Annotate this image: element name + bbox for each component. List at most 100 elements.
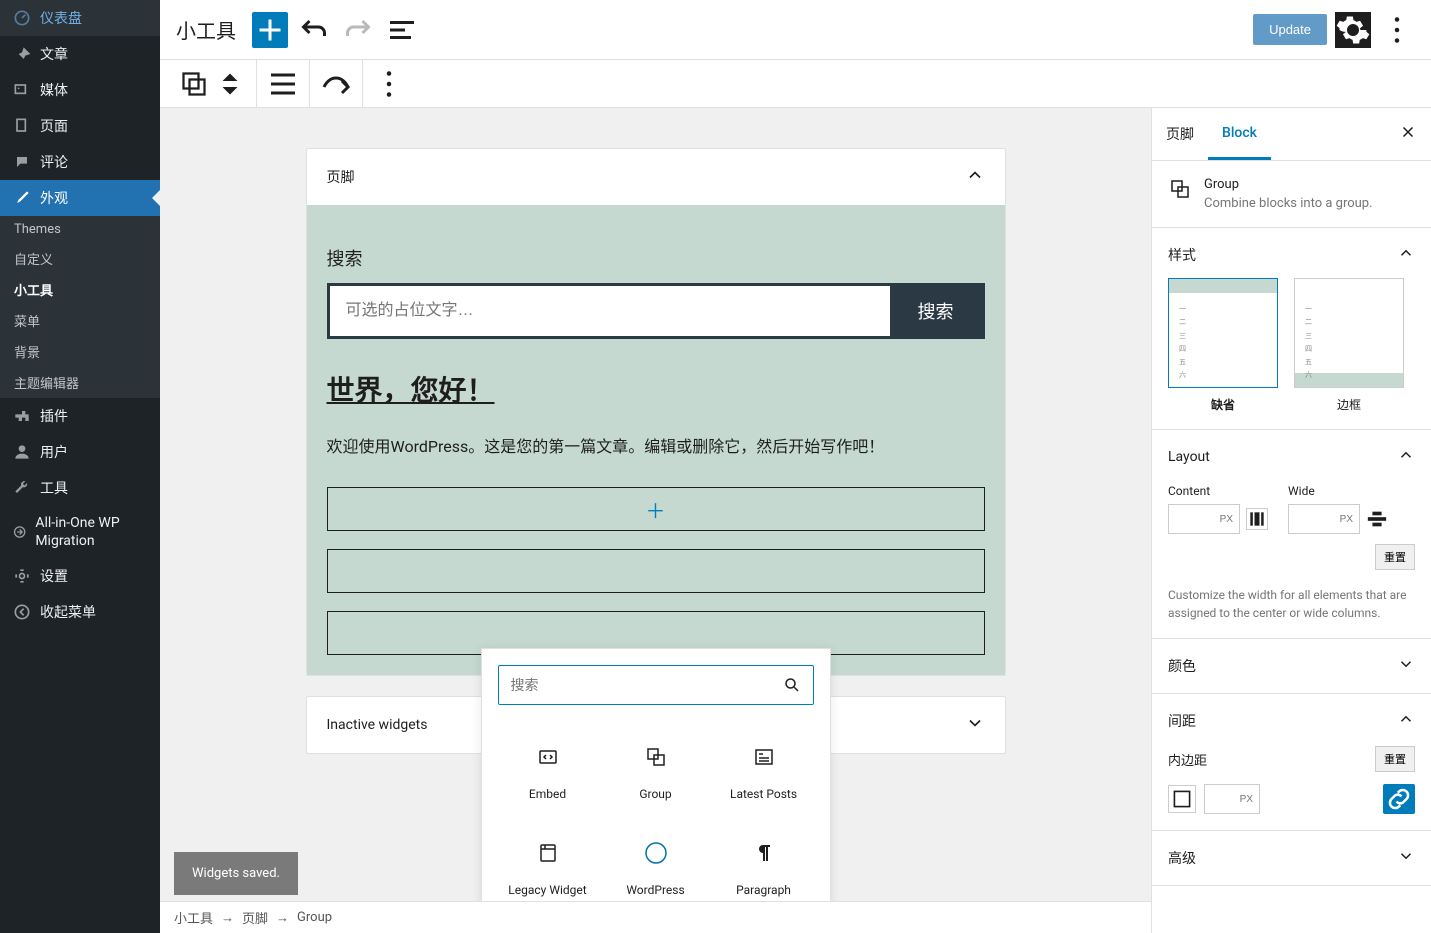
add-block-button[interactable]: [252, 12, 288, 48]
section-header[interactable]: 颜色: [1168, 655, 1415, 677]
wide-label: Wide: [1288, 484, 1388, 498]
transform-button[interactable]: [318, 66, 354, 102]
comment-icon: [12, 152, 32, 172]
breadcrumb-part[interactable]: Group: [297, 910, 332, 925]
inserter-item-embed[interactable]: Embed: [498, 729, 598, 817]
layout-reset-button[interactable]: 重置: [1375, 544, 1415, 570]
block-appender[interactable]: ＋: [327, 487, 985, 531]
search-input[interactable]: [330, 286, 890, 336]
plugin-icon: [12, 406, 32, 426]
migrate-icon: [12, 522, 27, 542]
sidebar-item-appearance[interactable]: 外观: [0, 180, 160, 216]
chevron-up-icon: [1397, 710, 1415, 732]
padding-input[interactable]: [1204, 784, 1260, 814]
inserter-item-group[interactable]: Group: [606, 729, 706, 817]
sidebar-item-users[interactable]: 用户: [0, 434, 160, 470]
sidebar-sub-background[interactable]: 背景: [0, 336, 160, 367]
undo-button[interactable]: [296, 12, 332, 48]
widget-area-body: 搜索 搜索 世界，您好！ 欢迎使用WordPress。这是您的第一篇文章。编辑或…: [307, 205, 1005, 675]
update-button[interactable]: Update: [1253, 14, 1327, 45]
collapse-icon: [12, 602, 32, 622]
page-title: 小工具: [176, 15, 236, 44]
sidebar-item-dashboard[interactable]: 仪表盘: [0, 0, 160, 36]
content-unit-icon[interactable]: [1246, 508, 1268, 530]
close-settings-button[interactable]: [1385, 123, 1431, 145]
inserter-item-label: Group: [639, 787, 671, 801]
media-icon: [12, 80, 32, 100]
settings-toggle-button[interactable]: [1335, 12, 1371, 48]
widget-area-footer: 页脚 搜索 搜索 世界，您好！ 欢迎使用WordPress。这是您的第一篇文章。…: [306, 148, 1006, 676]
content-width-input[interactable]: [1168, 504, 1240, 534]
sidebar-item-comments[interactable]: 评论: [0, 144, 160, 180]
block-more-button[interactable]: [371, 66, 407, 102]
breadcrumb-part[interactable]: 小工具: [174, 908, 213, 927]
search-submit-button[interactable]: 搜索: [890, 286, 982, 336]
padding-side-icon[interactable]: [1168, 785, 1196, 813]
embed-icon: [536, 745, 560, 769]
style-default[interactable]: 一二三四五六缺省: [1168, 278, 1278, 413]
block-description: Group Combine blocks into a group.: [1152, 161, 1431, 228]
sidebar-item-tools[interactable]: 工具: [0, 470, 160, 506]
chevron-down-icon: [1397, 847, 1415, 869]
admin-sidebar: 仪表盘 文章 媒体 页面 评论 外观 Themes 自定义 小工具 菜单 背景 …: [0, 0, 160, 933]
block-appender[interactable]: .: [327, 549, 985, 593]
chevron-up-icon: [965, 165, 985, 189]
more-options-button[interactable]: [1379, 12, 1415, 48]
settings-panel: 页脚 Block Group Combine blocks into a gro…: [1151, 108, 1431, 933]
latest-posts-icon: [752, 745, 776, 769]
inserter-item-latest-posts[interactable]: Latest Posts: [714, 729, 814, 817]
search-widget-label: 搜索: [327, 245, 985, 271]
inserter-item-paragraph[interactable]: Paragraph: [714, 825, 814, 913]
section-header[interactable]: 间距: [1168, 710, 1415, 732]
topbar: 小工具 Update: [160, 0, 1431, 60]
padding-reset-button[interactable]: 重置: [1375, 746, 1415, 772]
sidebar-sub-theme-editor[interactable]: 主题编辑器: [0, 367, 160, 398]
sidebar-sub-widgets[interactable]: 小工具: [0, 274, 160, 305]
widget-area-header[interactable]: 页脚: [307, 149, 1005, 205]
sidebar-item-media[interactable]: 媒体: [0, 72, 160, 108]
widget-area-title: 页脚: [327, 167, 355, 187]
sidebar-item-label: 插件: [40, 406, 68, 426]
block-desc: Combine blocks into a group.: [1204, 196, 1373, 211]
sidebar-item-label: All-in-One WP Migration: [35, 514, 148, 550]
block-inserter-popup: Embed Group Latest Posts Legacy Widget W…: [481, 648, 831, 933]
section-header[interactable]: 高级: [1168, 847, 1415, 869]
sidebar-item-posts[interactable]: 文章: [0, 36, 160, 72]
sidebar-sub-customize[interactable]: 自定义: [0, 243, 160, 274]
tab-area[interactable]: 页脚: [1152, 108, 1208, 160]
inserter-item-label: WordPress: [626, 883, 684, 897]
move-handle[interactable]: [212, 66, 248, 102]
link-sides-button[interactable]: [1383, 784, 1415, 814]
block-type-icon[interactable]: [176, 66, 212, 102]
breadcrumb: 小工具 → 页脚 → Group: [160, 901, 1151, 933]
inserter-item-label: Embed: [529, 787, 566, 801]
sidebar-item-settings[interactable]: 设置: [0, 558, 160, 594]
wide-unit-icon[interactable]: [1366, 508, 1388, 530]
sidebar-item-label: 媒体: [40, 80, 68, 100]
style-border[interactable]: 一二三四五六边框: [1294, 278, 1404, 413]
section-header[interactable]: 样式: [1168, 244, 1415, 266]
sidebar-item-migration[interactable]: All-in-One WP Migration: [0, 506, 160, 558]
chevron-down-icon: [965, 713, 985, 737]
section-advanced: 高级: [1152, 831, 1431, 886]
inserter-item-legacy-widget[interactable]: Legacy Widget: [498, 825, 598, 913]
sidebar-item-plugins[interactable]: 插件: [0, 398, 160, 434]
sidebar-sub-menus[interactable]: 菜单: [0, 305, 160, 336]
settings-icon: [12, 566, 32, 586]
sidebar-item-collapse[interactable]: 收起菜单: [0, 594, 160, 630]
tab-block[interactable]: Block: [1208, 109, 1271, 160]
latest-post-title[interactable]: 世界，您好！: [327, 369, 985, 409]
section-header[interactable]: Layout: [1168, 446, 1415, 468]
wide-width-input[interactable]: [1288, 504, 1360, 534]
sidebar-item-pages[interactable]: 页面: [0, 108, 160, 144]
chevron-up-icon: [1397, 244, 1415, 266]
sidebar-item-label: 仪表盘: [40, 8, 82, 28]
pin-icon: [12, 44, 32, 64]
inserter-item-wordpress[interactable]: WordPress: [606, 825, 706, 913]
redo-button[interactable]: [340, 12, 376, 48]
sidebar-sub-themes[interactable]: Themes: [0, 216, 160, 243]
list-view-button[interactable]: [384, 12, 420, 48]
breadcrumb-part[interactable]: 页脚: [242, 908, 268, 927]
inserter-search-input[interactable]: [511, 677, 783, 693]
align-button[interactable]: [265, 66, 301, 102]
